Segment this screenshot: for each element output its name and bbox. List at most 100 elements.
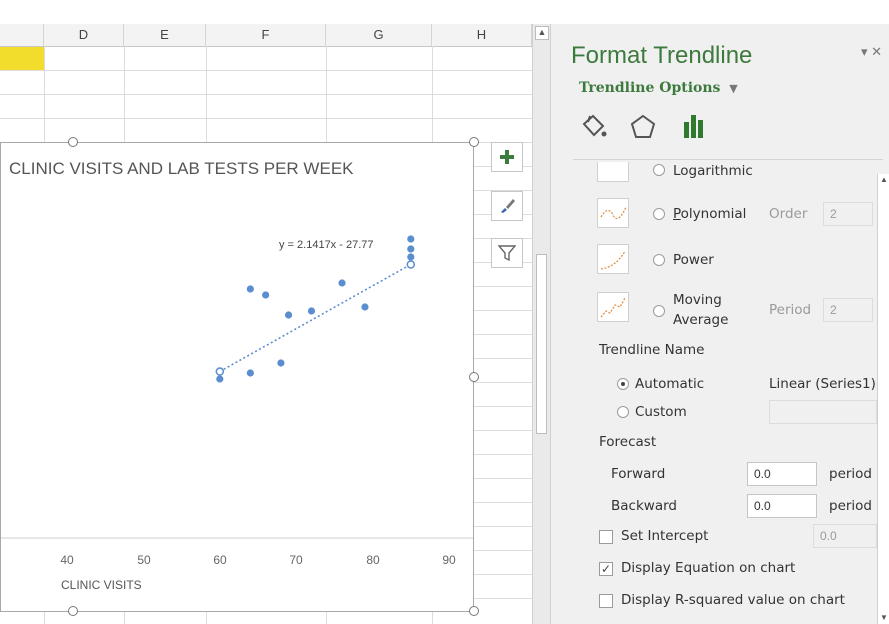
chart-filters-button[interactable] — [491, 238, 523, 268]
pane-scroll-down-icon[interactable]: ▼ — [878, 612, 889, 624]
brush-icon — [501, 199, 515, 213]
data-point — [307, 307, 316, 315]
resize-handle[interactable] — [68, 606, 78, 616]
moving-average-label-line1: Moving — [673, 292, 722, 308]
column-header-c-partial[interactable] — [0, 24, 44, 46]
order-spinner[interactable]: 2 — [823, 202, 873, 226]
x-tick-label: 90 — [442, 553, 456, 567]
backward-input[interactable]: 0.0 — [747, 494, 817, 518]
resize-handle[interactable] — [469, 606, 479, 616]
order-label: Order — [769, 206, 808, 222]
column-header-g[interactable]: G — [326, 24, 432, 46]
x-tick-label: 80 — [366, 553, 380, 567]
format-trendline-pane: Format Trendline ▾ ✕ Trendline Options ▼… — [550, 24, 889, 624]
trendline-equation-label[interactable]: y = 2.1417x - 27.77 — [279, 239, 373, 251]
grid-line — [0, 70, 532, 71]
data-point — [361, 303, 369, 311]
scatter-chart[interactable]: CLINIC VISITS AND LAB TESTS PER WEEK y =… — [0, 142, 474, 612]
data-point — [407, 253, 415, 261]
column-header-d[interactable]: D — [44, 24, 124, 46]
sheet-vertical-scrollbar[interactable]: ▲ — [532, 24, 550, 624]
effects-icon[interactable] — [628, 112, 658, 142]
custom-radio[interactable] — [617, 406, 629, 418]
plus-icon — [500, 150, 514, 164]
caret-down-icon: ▼ — [729, 82, 738, 95]
grid-line — [0, 118, 532, 119]
forward-input[interactable]: 0.0 — [747, 462, 817, 486]
trendline-options-label: Trendline Options — [579, 80, 721, 96]
automatic-label: Automatic — [635, 376, 705, 392]
forecast-heading: Forecast — [599, 434, 657, 450]
polynomial-label: Polynomial — [673, 206, 747, 222]
intercept-input[interactable]: 0.0 — [813, 524, 877, 548]
power-thumbnail-icon — [597, 244, 629, 274]
x-tick-label: 50 — [137, 553, 151, 567]
scroll-up-arrow-icon[interactable]: ▲ — [535, 26, 549, 40]
divider — [573, 159, 883, 160]
display-r-squared-label: Display R-squared value on chart — [621, 592, 845, 608]
pane-vertical-scrollbar[interactable]: ▲ ▼ — [877, 174, 889, 624]
data-point — [338, 279, 346, 287]
custom-label: Custom — [635, 404, 687, 420]
trendline-handle — [406, 260, 416, 269]
x-tick-label: 40 — [60, 553, 74, 567]
power-label: Power — [673, 252, 714, 268]
trendline-handle — [215, 367, 225, 376]
data-point — [262, 291, 270, 299]
data-point — [407, 235, 415, 243]
fill-line-icon[interactable] — [579, 112, 609, 142]
column-header-f[interactable]: F — [206, 24, 326, 46]
pane-scroll-up-icon[interactable]: ▲ — [878, 174, 889, 186]
period-label: Period — [769, 302, 812, 318]
grid-line — [0, 94, 532, 95]
scroll-thumb[interactable] — [536, 254, 547, 434]
data-point — [407, 245, 415, 253]
x-tick-label: 70 — [289, 553, 303, 567]
pane-close-controls[interactable]: ▾ ✕ — [861, 44, 882, 60]
power-radio[interactable] — [653, 254, 665, 266]
logarithmic-thumbnail-icon — [597, 162, 629, 182]
polynomial-radio[interactable] — [653, 208, 665, 220]
backward-unit: period — [829, 498, 873, 514]
moving-average-thumbnail-icon — [597, 292, 629, 322]
logarithmic-label: Logarithmic — [673, 163, 753, 179]
resize-handle[interactable] — [469, 372, 479, 382]
x-axis-title[interactable]: CLINIC VISITS — [61, 578, 142, 592]
options-scroll-area: Logarithmic Polynomial Order 2 Power Mov… — [551, 162, 877, 624]
display-equation-checkbox[interactable]: ✓ — [599, 562, 613, 576]
data-point — [284, 311, 293, 319]
plot-area — [1, 235, 473, 539]
resize-handle[interactable] — [469, 137, 479, 147]
backward-label: Backward — [611, 498, 677, 514]
trendline-options-icon[interactable] — [679, 112, 709, 142]
automatic-name-value: Linear (Series1) — [769, 376, 876, 392]
display-r-squared-checkbox[interactable] — [599, 594, 613, 608]
forward-label: Forward — [611, 466, 666, 482]
resize-handle[interactable] — [68, 137, 78, 147]
display-equation-label: Display Equation on chart — [621, 560, 796, 576]
automatic-radio[interactable] — [617, 378, 629, 390]
trendline-options-dropdown[interactable]: Trendline Options ▼ — [579, 80, 738, 96]
set-intercept-checkbox[interactable] — [599, 530, 613, 544]
selected-cell[interactable] — [0, 47, 44, 70]
data-point — [216, 375, 224, 383]
polynomial-thumbnail-icon — [597, 198, 629, 228]
chart-title[interactable]: CLINIC VISITS AND LAB TESTS PER WEEK — [9, 159, 354, 179]
x-tick-label: 60 — [213, 553, 227, 567]
trendline — [219, 263, 412, 373]
chart-elements-button[interactable] — [491, 142, 523, 172]
trendline-name-heading: Trendline Name — [599, 342, 705, 358]
spreadsheet-grid[interactable]: D E F G H CLINIC VISITS AND LAB TESTS PE… — [0, 0, 532, 624]
period-spinner[interactable]: 2 — [823, 298, 873, 322]
column-header-e[interactable]: E — [124, 24, 206, 46]
custom-name-input[interactable] — [769, 400, 877, 424]
data-point — [246, 285, 254, 293]
moving-average-radio[interactable] — [653, 305, 665, 317]
column-header-h[interactable]: H — [432, 24, 532, 46]
moving-average-label-line2: Average — [673, 312, 729, 328]
pane-title: Format Trendline — [571, 42, 753, 69]
logarithmic-radio[interactable] — [653, 164, 665, 176]
funnel-icon — [498, 245, 516, 262]
column-header-bar: D E F G H — [0, 24, 532, 47]
chart-styles-button[interactable] — [491, 191, 523, 221]
